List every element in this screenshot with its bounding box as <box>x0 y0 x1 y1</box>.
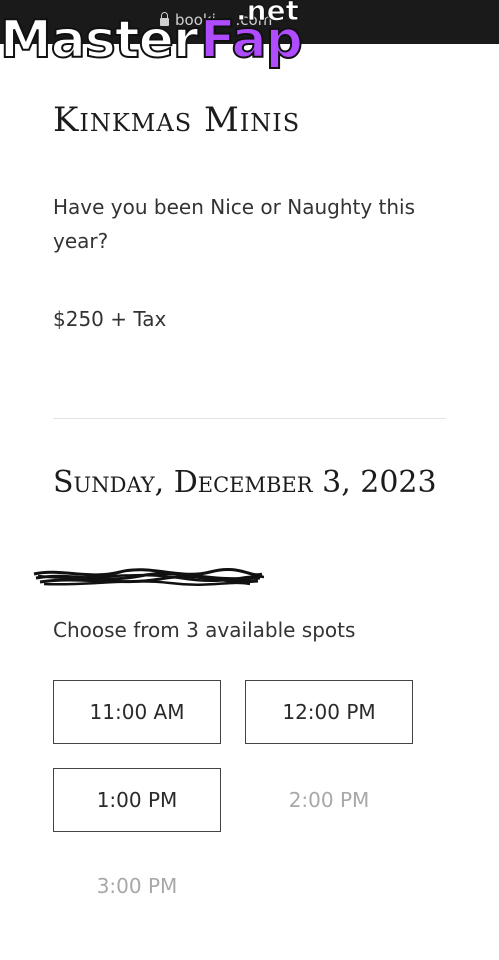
booking-date: Sunday, December 3, 2023 <box>53 465 437 500</box>
time-slot-unavailable: 3:00 PM <box>53 854 221 918</box>
available-spots-label: Choose from 3 available spots <box>53 618 356 642</box>
section-divider <box>53 418 446 419</box>
page-title: Kinkmas Minis <box>53 100 301 140</box>
watermark-logo: Master Fap .net <box>0 0 320 80</box>
redacted-location-scribble <box>33 568 265 586</box>
time-slot-unavailable: 2:00 PM <box>245 768 413 832</box>
time-slot-button[interactable]: 11:00 AM <box>53 680 221 744</box>
event-description: Have you been Nice or Naughty this year? <box>53 195 416 253</box>
watermark-suffix: .net <box>236 0 300 28</box>
event-price: $250 + Tax <box>53 307 167 331</box>
time-slot-button[interactable]: 12:00 PM <box>245 680 413 744</box>
time-slot-button[interactable]: 1:00 PM <box>53 768 221 832</box>
watermark-text-left: Master <box>0 9 200 71</box>
